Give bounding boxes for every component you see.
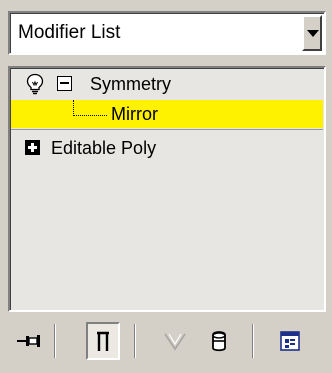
expand-plus-icon[interactable] [25, 140, 40, 155]
dropdown-button[interactable] [302, 15, 322, 51]
toolbar-separator [54, 324, 56, 358]
remove-modifier-icon [212, 331, 226, 352]
toolbar-separator [252, 324, 254, 358]
stack-item-mirror[interactable]: Mirror [11, 100, 323, 128]
pin-stack-button[interactable] [12, 322, 46, 360]
lightbulb-icon[interactable] [25, 73, 45, 95]
stack-item-label: Mirror [111, 104, 158, 124]
stack-item-label: Editable Poly [51, 138, 157, 158]
configure-sets-icon [280, 331, 300, 351]
stack-item-label: Symmetry [90, 74, 171, 94]
stack-divider [11, 129, 323, 130]
configure-modifier-sets-button[interactable] [274, 322, 308, 360]
tree-connector [73, 100, 107, 116]
modifier-list-dropdown[interactable]: Modifier List [8, 11, 326, 55]
pin-icon [17, 335, 40, 347]
modifier-list-label: Modifier List [18, 22, 121, 43]
show-end-result-button[interactable] [86, 322, 120, 360]
stack-item-editable-poly[interactable]: Editable Poly [11, 134, 323, 162]
make-unique-button[interactable] [158, 322, 192, 360]
make-unique-icon [164, 333, 186, 351]
show-end-result-icon [97, 331, 109, 351]
collapse-minus-icon[interactable] [57, 76, 72, 91]
remove-modifier-button[interactable] [202, 322, 236, 360]
stack-item-symmetry[interactable]: Symmetry [11, 70, 323, 98]
modifier-stack-list[interactable]: Symmetry Mirror Editable Poly [8, 66, 326, 312]
stack-toolbar [8, 318, 326, 366]
chevron-down-icon [307, 30, 319, 37]
toolbar-separator [134, 324, 136, 358]
modifier-panel: Modifier List Symmetry Mirror Editable P… [0, 0, 332, 373]
